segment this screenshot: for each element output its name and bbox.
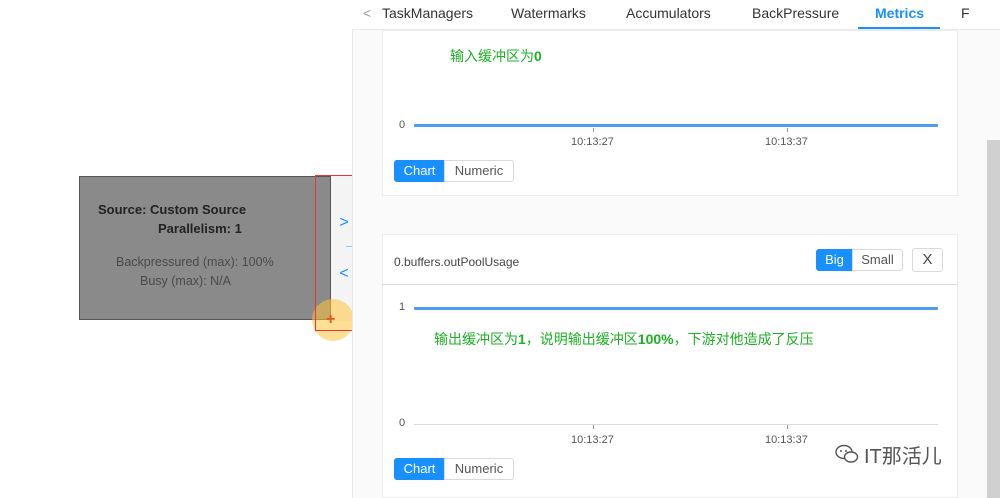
- tab-metrics[interactable]: Metrics: [875, 5, 924, 21]
- annotation-input-buffer: 输入缓冲区为0: [450, 48, 542, 64]
- chart2-series-line: [414, 307, 938, 310]
- small-button[interactable]: Small: [852, 249, 903, 271]
- chart1-chart-button[interactable]: Chart: [394, 160, 445, 182]
- tab-backpressure[interactable]: BackPressure: [752, 5, 839, 21]
- chart2-chart-button[interactable]: Chart: [394, 458, 445, 480]
- node-name: Source: Custom Source: [98, 202, 247, 217]
- chart1-numeric-button[interactable]: Numeric: [444, 160, 514, 182]
- scrollbar[interactable]: [987, 140, 1000, 498]
- tab-watermarks[interactable]: Watermarks: [511, 5, 586, 21]
- wechat-icon: [835, 444, 859, 463]
- operator-node[interactable]: Source: Custom Source Parallelism: 1 Bac…: [79, 176, 331, 320]
- chart1-x-label: 10:13:37: [765, 136, 808, 148]
- cursor-plus-icon: +: [326, 311, 336, 328]
- chart2-x-tick: [593, 425, 594, 429]
- chart1-y-label: 0: [399, 119, 406, 131]
- chart1-x-tick: [787, 128, 788, 132]
- chart2-x-axis: [414, 424, 938, 425]
- tab-more[interactable]: F: [961, 5, 970, 21]
- metric-title: 0.buffers.outPoolUsage: [394, 255, 520, 269]
- chart2-x-label: 10:13:27: [571, 434, 614, 446]
- active-tab-indicator: [858, 27, 940, 29]
- chart1-series-line: [414, 124, 938, 127]
- card2-divider: [382, 284, 958, 285]
- watermark-text: IT那活儿: [864, 446, 942, 468]
- tab-accumulators[interactable]: Accumulators: [626, 5, 711, 21]
- close-icon[interactable]: X: [912, 248, 943, 272]
- chart1-x-tick: [593, 128, 594, 132]
- tab-taskmanagers[interactable]: TaskManagers: [382, 5, 473, 21]
- node-busy: Busy (max): N/A: [140, 274, 231, 288]
- big-button[interactable]: Big: [816, 249, 853, 271]
- annotation-output-buffer: 输出缓冲区为1，说明输出缓冲区100%，下游对他造成了反压: [434, 331, 814, 347]
- chart2-x-tick: [787, 425, 788, 429]
- chart2-numeric-button[interactable]: Numeric: [444, 458, 514, 480]
- chart1-x-label: 10:13:27: [571, 136, 614, 148]
- chevron-left-icon[interactable]: <: [363, 5, 371, 21]
- node-parallelism: Parallelism: 1: [158, 221, 242, 236]
- chart2-y-label-top: 1: [399, 301, 406, 313]
- node-backpressured: Backpressured (max): 100%: [116, 255, 274, 269]
- chart2-y-label-bottom: 0: [399, 417, 406, 429]
- chart2-x-label: 10:13:37: [765, 434, 808, 446]
